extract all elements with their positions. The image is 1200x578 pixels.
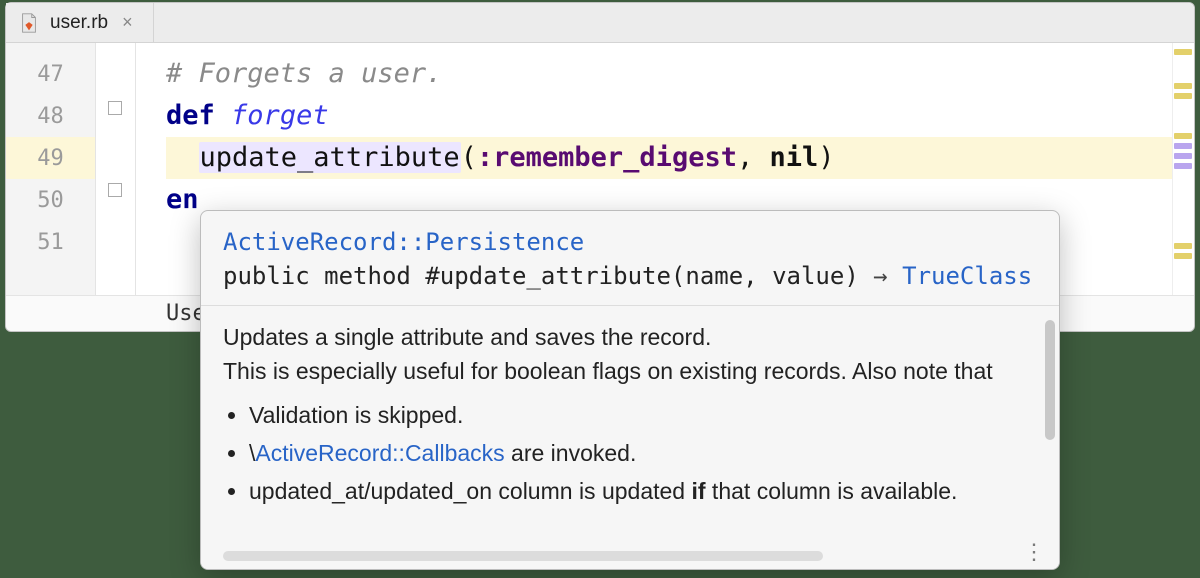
list-item: Validation is skipped. <box>249 398 1037 432</box>
comment-text: # Forgets a user. <box>166 58 442 89</box>
close-icon[interactable]: × <box>118 12 137 33</box>
method-name: forget <box>231 100 329 131</box>
nil-literal: nil <box>769 142 818 173</box>
line-number: 47 <box>6 53 95 95</box>
line-number-gutter: 47 48 49 50 51 <box>6 43 96 295</box>
tab-bar: user.rb × <box>6 3 1194 43</box>
ruby-file-icon <box>18 12 40 34</box>
tab-user-rb[interactable]: user.rb × <box>6 3 154 42</box>
doc-paragraph: This is especially useful for boolean fl… <box>223 354 1037 388</box>
module-link[interactable]: ActiveRecord::Persistence <box>223 228 584 256</box>
line-number: 51 <box>6 221 95 263</box>
fold-column <box>96 43 136 295</box>
vertical-scrollbar[interactable] <box>1045 320 1055 440</box>
warning-marker-icon[interactable] <box>1174 243 1192 249</box>
usage-marker-icon[interactable] <box>1174 163 1192 169</box>
symbol-arg: :remember_digest <box>477 142 737 173</box>
warning-marker-icon[interactable] <box>1174 253 1192 259</box>
documentation-popup: ActiveRecord::Persistence public method … <box>200 210 1060 570</box>
line-number: 48 <box>6 95 95 137</box>
warning-marker-icon[interactable] <box>1174 83 1192 89</box>
paren: ( <box>461 142 477 173</box>
usage-marker-icon[interactable] <box>1174 153 1192 159</box>
code-line: # Forgets a user. <box>166 53 1172 95</box>
comma: , <box>737 142 770 173</box>
doc-paragraph: Updates a single attribute and saves the… <box>223 320 1037 354</box>
usage-marker-icon[interactable] <box>1174 143 1192 149</box>
bold-if: if <box>691 478 705 504</box>
list-item: \ActiveRecord::Callbacks are invoked. <box>249 436 1037 470</box>
bullet-text: are invoked. <box>505 440 637 466</box>
tab-label: user.rb <box>50 12 108 34</box>
popup-body[interactable]: Updates a single attribute and saves the… <box>201 306 1059 541</box>
bullet-text: updated_at/updated_on column is updated <box>249 478 691 504</box>
keyword-def: def <box>166 100 215 131</box>
return-type-link[interactable]: TrueClass <box>902 262 1032 290</box>
doc-bullet-list: Validation is skipped. \ActiveRecord::Ca… <box>223 398 1037 508</box>
signature-text: public method #update_attribute(name, va… <box>223 262 873 290</box>
warning-marker-icon[interactable] <box>1174 49 1192 55</box>
line-number: 49 <box>6 137 95 179</box>
fold-handle-icon[interactable] <box>108 183 122 197</box>
code-line: def forget <box>166 95 1172 137</box>
paren: ) <box>818 142 834 173</box>
list-item: updated_at/updated_on column is updated … <box>249 474 1037 508</box>
marker-strip[interactable] <box>1172 43 1194 295</box>
line-number: 50 <box>6 179 95 221</box>
warning-marker-icon[interactable] <box>1174 133 1192 139</box>
bullet-text: Validation is skipped. <box>249 402 463 428</box>
arrow-icon: → <box>873 262 887 290</box>
popup-signature: ActiveRecord::Persistence public method … <box>201 211 1059 306</box>
warning-marker-icon[interactable] <box>1174 93 1192 99</box>
fold-handle-icon[interactable] <box>108 101 122 115</box>
method-call: update_attribute <box>199 142 461 173</box>
code-line-current: update_attribute(:remember_digest, nil) <box>166 137 1172 179</box>
callbacks-link[interactable]: ActiveRecord::Callbacks <box>255 440 504 466</box>
bullet-text: that column is available. <box>706 478 958 504</box>
keyword-end: en <box>166 184 199 215</box>
horizontal-scrollbar[interactable] <box>223 551 823 561</box>
more-options-icon[interactable]: ⋮ <box>1023 547 1045 563</box>
